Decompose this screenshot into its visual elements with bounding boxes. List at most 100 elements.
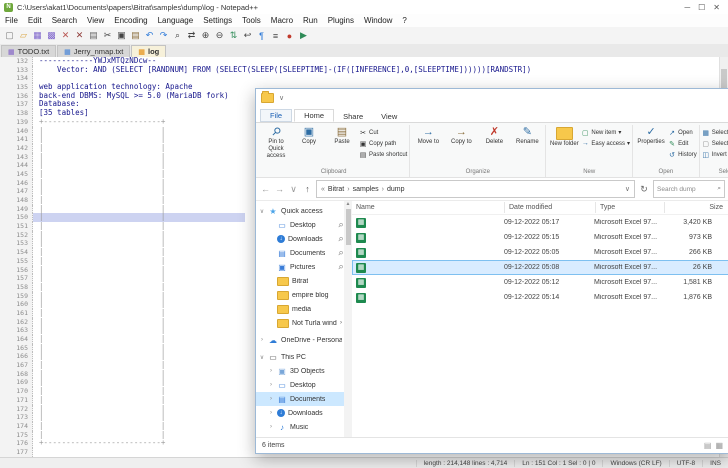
copy-to-button[interactable]: → Copy to <box>445 125 477 146</box>
find-icon[interactable]: ⌕ <box>171 29 184 42</box>
file-row[interactable]: ▦09-12-2022 05:12Microsoft Excel 97...1,… <box>352 275 728 290</box>
sidebar-item-not-turla-windows[interactable]: Not Turla windows› <box>256 316 344 330</box>
sidebar-item-documents[interactable]: ›▤Documents <box>256 392 344 406</box>
print-icon[interactable]: ▤ <box>87 29 100 42</box>
menu-item-search[interactable]: Search <box>47 16 82 25</box>
select-none-button[interactable]: ▢ Select none <box>702 138 728 149</box>
replace-icon[interactable]: ⇄ <box>185 29 198 42</box>
menu-item-macro[interactable]: Macro <box>266 16 298 25</box>
recent-locations-chevron-icon[interactable]: ∨ <box>288 184 299 195</box>
file-row[interactable]: ▦09-12-2022 05:14Microsoft Excel 97...1,… <box>352 290 728 305</box>
zoom-in-icon[interactable]: ⊕ <box>199 29 212 42</box>
menu-item-settings[interactable]: Settings <box>198 16 237 25</box>
menu-item-encoding[interactable]: Encoding <box>109 16 152 25</box>
thumbnail-view-icon[interactable]: ▦ <box>715 441 723 450</box>
copy-button[interactable]: ▣ Copy <box>293 125 325 146</box>
column-header-date-modified[interactable]: Date modified <box>505 202 596 213</box>
paste-shortcut-button[interactable]: ▤ Paste shortcut <box>359 149 407 160</box>
menu-item-item[interactable]: ? <box>397 16 411 25</box>
breadcrumb-item-bitrat[interactable]: Bitrat <box>328 186 344 193</box>
easy-access-button[interactable]: → Easy access ▾ <box>581 138 630 149</box>
sidebar-item-onedrive-personal[interactable]: ›☁OneDrive - Personal <box>256 333 344 347</box>
close-all-icon[interactable]: ✕ <box>73 29 86 42</box>
details-view-icon[interactable]: ▤ <box>704 441 712 450</box>
sidebar-item-pictures[interactable]: ▣Pictures⚲ <box>256 260 344 274</box>
ribbon-tab-file[interactable]: File <box>260 109 292 122</box>
new-file-icon[interactable]: ▢ <box>3 29 16 42</box>
column-header-type[interactable]: Type <box>596 202 665 213</box>
redo-icon[interactable]: ↷ <box>157 29 170 42</box>
refresh-icon[interactable]: ↻ <box>638 184 650 195</box>
menu-item-file[interactable]: File <box>0 16 23 25</box>
file-row[interactable]: ▦09-12-2022 05:05Microsoft Excel 97...26… <box>352 245 728 260</box>
macro-record-icon[interactable]: ● <box>283 29 296 42</box>
sidebar-scrollbar[interactable]: ▲ <box>344 201 352 437</box>
menu-item-tools[interactable]: Tools <box>237 16 266 25</box>
sidebar-item-desktop[interactable]: ›▭Desktop <box>256 378 344 392</box>
sidebar-item-3d-objects[interactable]: ›▣3D Objects <box>256 364 344 378</box>
pin-to-quick-access-button[interactable]: ⚲ Pin to Quick access <box>260 125 292 160</box>
edit-button[interactable]: ✎ Edit <box>668 138 697 149</box>
column-header-size[interactable]: Size <box>665 202 728 213</box>
sidebar-item-downloads[interactable]: ↓Downloads⚲ <box>256 232 344 246</box>
sidebar-item-downloads[interactable]: ›↓Downloads <box>256 406 344 420</box>
select-all-button[interactable]: ▦ Select all <box>702 127 728 138</box>
column-header-name[interactable]: Name <box>352 202 505 213</box>
sidebar-item-media[interactable]: media <box>256 302 344 316</box>
breadcrumb-item-samples[interactable]: samples <box>353 186 379 193</box>
tab-log[interactable]: ▦log <box>131 45 166 57</box>
maximize-button[interactable]: ☐ <box>698 3 705 12</box>
quick-access-toolbar-chevron-icon[interactable]: ∨ <box>279 94 284 102</box>
tab-jerry-nmap-txt[interactable]: ▦Jerry_nmap.txt <box>57 45 130 57</box>
scrollbar-thumb[interactable] <box>346 209 351 245</box>
address-dropdown-icon[interactable]: ∨ <box>625 185 630 193</box>
word-wrap-icon[interactable]: ↩ <box>241 29 254 42</box>
cut-button[interactable]: ✂ Cut <box>359 127 407 138</box>
rename-button[interactable]: ✎ Rename <box>511 125 543 146</box>
paste-button[interactable]: ▤ Paste <box>326 125 358 146</box>
breadcrumb[interactable]: «Bitrat›samples›dump∨ <box>316 180 635 198</box>
sidebar-item-bitrat[interactable]: Bitrat <box>256 274 344 288</box>
copy-icon[interactable]: ▣ <box>115 29 128 42</box>
move-to-button[interactable]: → Move to <box>412 125 444 146</box>
close-icon[interactable]: ✕ <box>59 29 72 42</box>
zoom-out-icon[interactable]: ⊖ <box>213 29 226 42</box>
sidebar-item-quick-access[interactable]: ∨★Quick access <box>256 204 344 218</box>
ribbon-tab-home[interactable]: Home <box>294 109 334 122</box>
file-row[interactable]: ▦09-12-2022 05:17Microsoft Excel 97...3,… <box>352 215 728 230</box>
new-folder-button[interactable]: New folder <box>548 125 580 148</box>
invert-selection-button[interactable]: ◫ Invert selection <box>702 149 728 160</box>
up-icon[interactable]: ↑ <box>302 184 313 194</box>
menu-item-plugins[interactable]: Plugins <box>323 16 359 25</box>
sidebar-item-documents[interactable]: ▤Documents⚲ <box>256 246 344 260</box>
history-button[interactable]: ↺ History <box>668 149 697 160</box>
menu-item-view[interactable]: View <box>82 16 109 25</box>
sidebar-item-desktop[interactable]: ▭Desktop⚲ <box>256 218 344 232</box>
sync-scroll-icon[interactable]: ⇅ <box>227 29 240 42</box>
back-icon[interactable]: ← <box>260 184 271 194</box>
breadcrumb-overflow-icon[interactable]: « <box>321 186 325 193</box>
tab-todo-txt[interactable]: ▦TODO.txt <box>1 45 56 57</box>
open-file-icon[interactable]: ▱ <box>17 29 30 42</box>
cut-icon[interactable]: ✂ <box>101 29 114 42</box>
sidebar-item-music[interactable]: ›♪Music <box>256 420 344 434</box>
undo-icon[interactable]: ↶ <box>143 29 156 42</box>
save-icon[interactable]: ▦ <box>31 29 44 42</box>
properties-button[interactable]: ✓ Properties <box>635 125 667 146</box>
menu-item-window[interactable]: Window <box>359 16 397 25</box>
macro-play-icon[interactable]: ▶ <box>297 29 310 42</box>
open-button[interactable]: ↗ Open <box>668 127 697 138</box>
ribbon-tab-share[interactable]: Share <box>334 111 372 122</box>
minimize-button[interactable]: ─ <box>684 3 690 12</box>
scroll-up-icon[interactable]: ▲ <box>346 201 351 207</box>
show-all-chars-icon[interactable]: ¶ <box>255 29 268 42</box>
new-item-button[interactable]: ▢ New item ▾ <box>581 127 630 138</box>
paste-icon[interactable]: ▤ <box>129 29 142 42</box>
indent-guide-icon[interactable]: ≡ <box>269 29 282 42</box>
delete-button[interactable]: ✗ Delete <box>478 125 510 146</box>
close-button[interactable]: ✕ <box>713 3 720 12</box>
breadcrumb-item-dump[interactable]: dump <box>387 186 405 193</box>
menu-item-run[interactable]: Run <box>298 16 323 25</box>
save-all-icon[interactable]: ▩ <box>45 29 58 42</box>
forward-icon[interactable]: → <box>274 184 285 194</box>
